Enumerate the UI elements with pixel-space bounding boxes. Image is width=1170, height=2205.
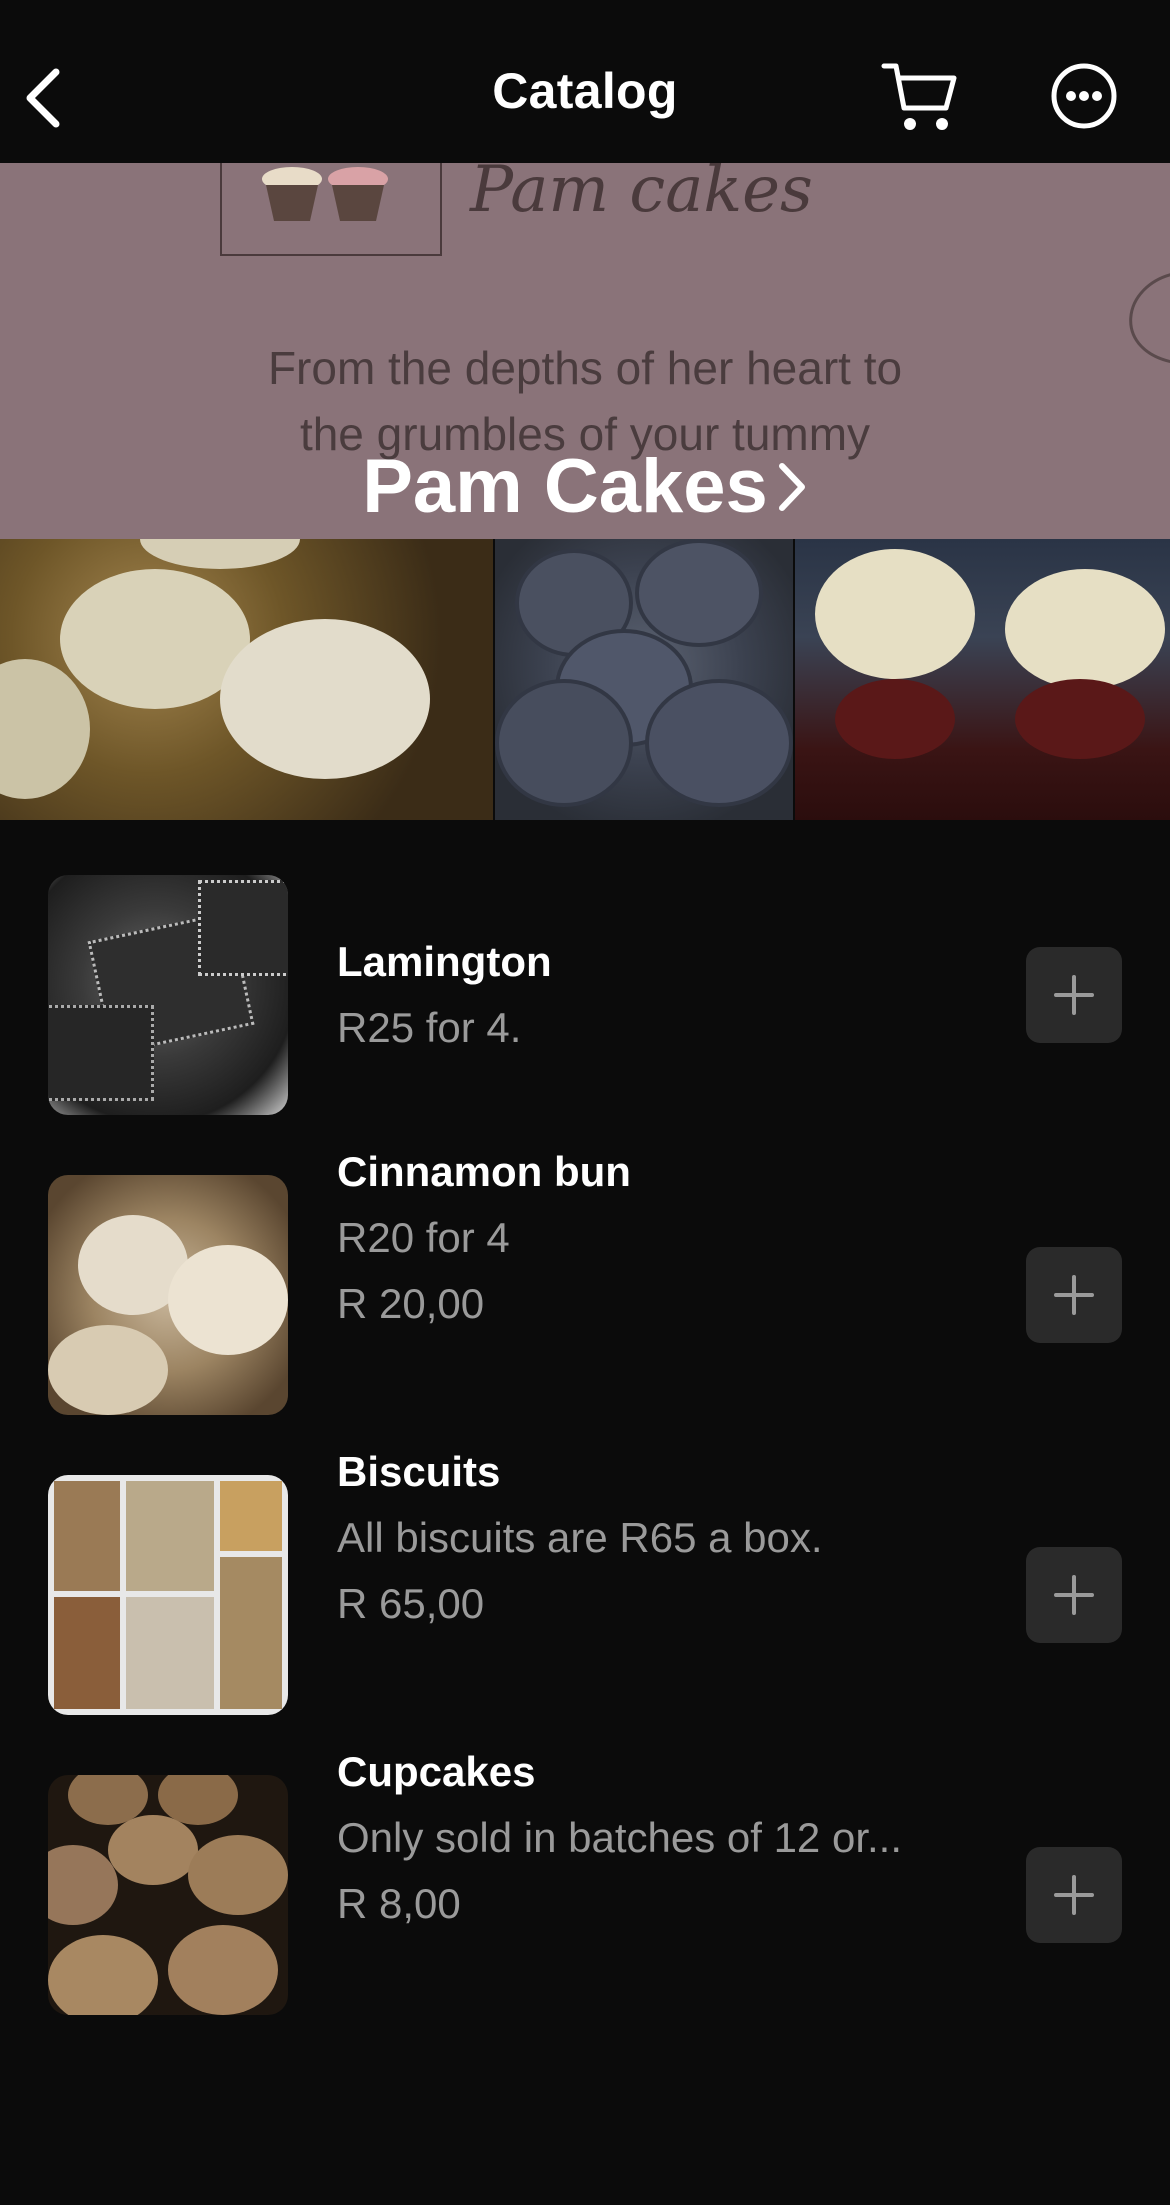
banner-background: Pam cakes From the depths of her heart t… xyxy=(0,163,1170,539)
plus-icon xyxy=(1054,1575,1094,1615)
top-bar: Catalog xyxy=(0,0,1170,163)
cart-button[interactable] xyxy=(880,58,960,134)
more-options-button[interactable] xyxy=(1050,62,1118,130)
logo-text: Pam cakes xyxy=(470,163,813,227)
list-item[interactable]: Biscuits All biscuits are R65 a box. R 6… xyxy=(0,1420,1170,1720)
banner-photo-cupcakes-yellow xyxy=(0,539,493,820)
add-button[interactable] xyxy=(1026,1847,1122,1943)
product-image xyxy=(48,875,288,1115)
product-image xyxy=(48,1775,288,2015)
plus-icon xyxy=(1054,1275,1094,1315)
product-image xyxy=(48,1175,288,1415)
add-button[interactable] xyxy=(1026,947,1122,1043)
product-price: R 8,00 xyxy=(337,1880,461,1927)
plus-icon xyxy=(1054,1875,1094,1915)
cupcake-logo-icon xyxy=(262,167,388,221)
store-name-link[interactable]: Pam Cakes xyxy=(0,443,1170,530)
add-button[interactable] xyxy=(1026,1547,1122,1643)
product-description: All biscuits are R65 a box. xyxy=(337,1514,823,1561)
add-button[interactable] xyxy=(1026,1247,1122,1343)
logo-frame xyxy=(220,163,442,256)
banner-photos xyxy=(0,539,1170,820)
product-description: Only sold in batches of 12 or... xyxy=(337,1814,902,1861)
list-item[interactable]: Cupcakes Only sold in batches of 12 or..… xyxy=(0,1720,1170,2020)
cart-icon xyxy=(881,63,957,130)
product-name: Biscuits xyxy=(337,1448,501,1495)
page-title: Catalog xyxy=(492,63,678,119)
product-name: Lamington xyxy=(337,938,552,985)
chevron-right-icon xyxy=(778,462,805,511)
product-price: R 20,00 xyxy=(337,1280,485,1327)
more-horizontal-icon xyxy=(1051,63,1117,129)
product-name: Cupcakes xyxy=(337,1748,536,1795)
product-price: R 65,00 xyxy=(337,1580,485,1627)
store-banner[interactable]: Pam cakes From the depths of her heart t… xyxy=(0,163,1170,820)
product-image xyxy=(48,1475,288,1715)
product-name: Cinnamon bun xyxy=(337,1148,631,1195)
store-name: Pam Cakes xyxy=(362,444,768,529)
product-description: R20 for 4 xyxy=(337,1214,510,1261)
tagline-line-1: From the depths of her heart to xyxy=(267,342,903,394)
banner-photo-cupcakes-grey xyxy=(495,539,793,820)
list-item[interactable]: Cinnamon bun R20 for 4 R 20,00 xyxy=(0,1120,1170,1420)
list-item[interactable]: Lamington R25 for 4. xyxy=(0,820,1170,1120)
product-description: R25 for 4. xyxy=(337,1004,522,1051)
plus-icon xyxy=(1054,975,1094,1015)
banner-photo-red-velvet xyxy=(795,539,1170,820)
